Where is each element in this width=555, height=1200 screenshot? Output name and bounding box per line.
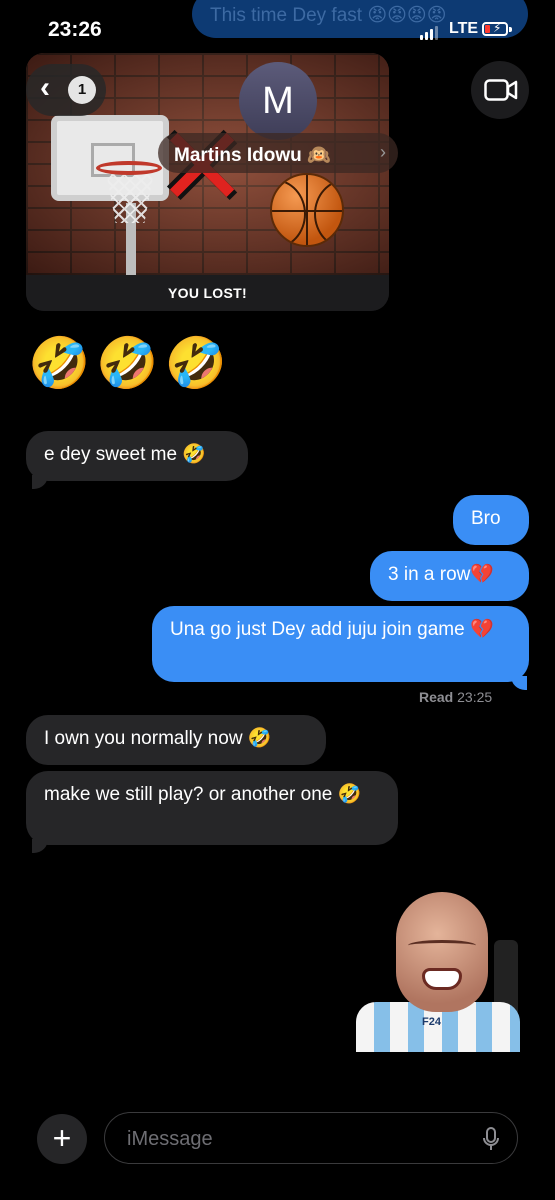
incoming-message[interactable]: I own you normally now 🤣	[26, 715, 326, 765]
basketball-icon	[270, 173, 344, 247]
read-time: 23:25	[457, 689, 493, 705]
crying-man-sticker[interactable]: F24	[356, 890, 520, 1052]
unread-count-badge: 1	[68, 76, 96, 104]
contact-name-button[interactable]: Martins Idowu 🙉 ›	[158, 133, 398, 173]
battery-icon: ⚡	[482, 21, 508, 36]
message-text: make we still play? or another one 🤣	[44, 784, 362, 805]
status-time: 23:26	[48, 18, 102, 41]
previous-message-text: This time Dey fast 😡😡😡😡	[210, 5, 447, 26]
read-receipt: Read 23:25	[419, 689, 492, 705]
add-attachment-button[interactable]: +	[37, 1114, 87, 1164]
sticker-face	[396, 892, 488, 1012]
message-text: e dey sweet me 🤣	[44, 444, 207, 465]
sticker-shirt-text: F24	[422, 1016, 441, 1028]
network-type: LTE	[449, 20, 479, 37]
incoming-message[interactable]: make we still play? or another one 🤣	[26, 771, 398, 845]
signal-icon	[420, 26, 438, 40]
outgoing-message[interactable]: Una go just Dey add juju join game 💔	[152, 606, 529, 682]
game-result-text: YOU LOST!	[26, 275, 389, 311]
chevron-left-icon: ‹	[40, 71, 50, 104]
outgoing-message[interactable]: Bro	[453, 495, 529, 545]
emoji-message[interactable]: 🤣🤣🤣	[28, 338, 233, 388]
outgoing-message[interactable]: 3 in a row💔	[370, 551, 529, 601]
imessage-input[interactable]	[125, 1113, 469, 1165]
message-text: I own you normally now 🤣	[44, 728, 272, 749]
message-text: Una go just Dey add juju join game 💔	[170, 619, 494, 640]
message-text: 3 in a row💔	[388, 564, 495, 585]
contact-avatar[interactable]: M	[239, 62, 317, 140]
video-camera-icon	[484, 79, 518, 101]
battery-cap	[509, 27, 512, 32]
incoming-message[interactable]: e dey sweet me 🤣	[26, 431, 248, 481]
video-call-button[interactable]	[471, 61, 529, 119]
microphone-icon[interactable]	[483, 1127, 499, 1151]
chevron-right-icon: ›	[380, 142, 386, 162]
back-button[interactable]: ‹ 1	[26, 64, 106, 116]
message-input-container[interactable]	[104, 1112, 518, 1165]
message-text: Bro	[471, 508, 501, 529]
contact-name: Martins Idowu 🙉	[174, 145, 331, 166]
read-label: Read	[419, 689, 454, 705]
hoop-rim	[96, 161, 162, 175]
